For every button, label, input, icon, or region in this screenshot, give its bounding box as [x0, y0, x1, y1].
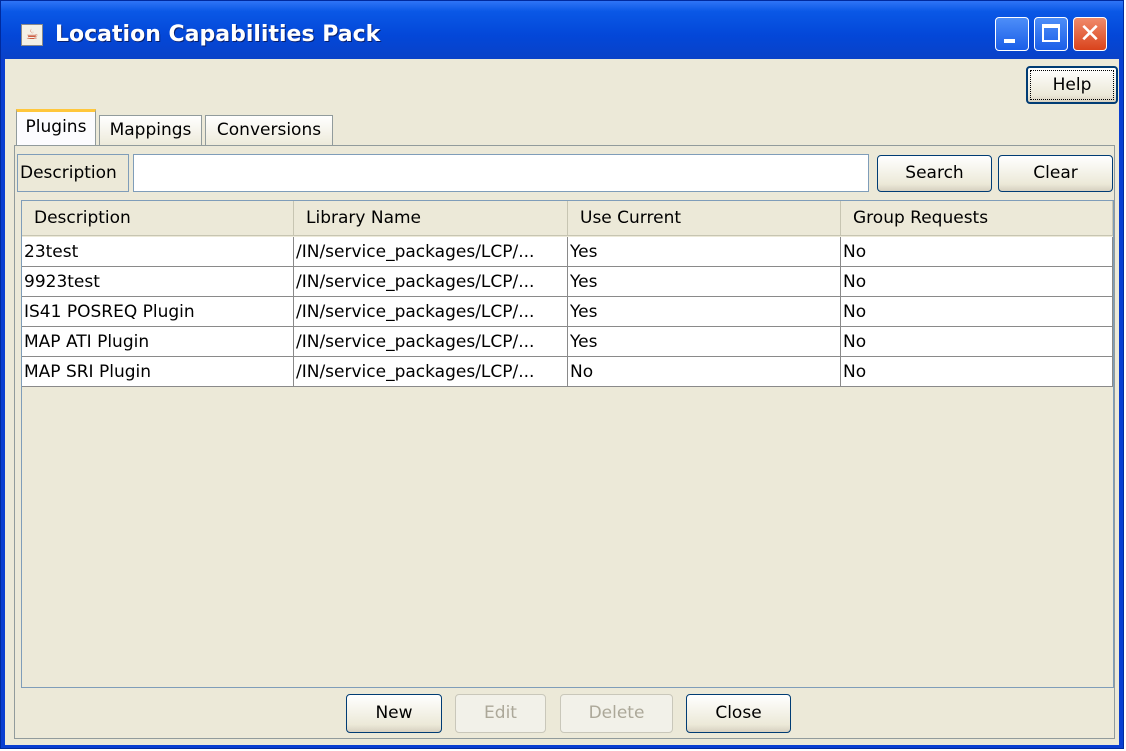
- window-content: Help Plugins Mappings Conversions Descri…: [5, 59, 1119, 745]
- cell-use-current: Yes: [568, 267, 841, 297]
- column-header-group-requests[interactable]: Group Requests: [841, 201, 1113, 235]
- edit-button[interactable]: Edit: [455, 694, 546, 733]
- cell-use-current: Yes: [568, 327, 841, 357]
- table-header: Description Library Name Use Current Gro…: [22, 201, 1113, 236]
- app-window: ☕ Location Capabilities Pack ✕ Help Plug…: [0, 0, 1124, 749]
- tab-mappings[interactable]: Mappings: [99, 115, 202, 147]
- cell-library-name: /IN/service_packages/LCP/...: [294, 327, 568, 357]
- cell-description: IS41 POSREQ Plugin: [22, 297, 294, 327]
- help-button[interactable]: Help: [1026, 66, 1118, 104]
- tab-plugins[interactable]: Plugins: [16, 109, 96, 147]
- cell-group-requests: No: [841, 267, 1113, 297]
- close-button[interactable]: Close: [686, 694, 791, 733]
- cell-description: MAP ATI Plugin: [22, 327, 294, 357]
- cell-group-requests: No: [841, 237, 1113, 267]
- close-window-button[interactable]: ✕: [1073, 17, 1107, 51]
- title-bar[interactable]: ☕ Location Capabilities Pack ✕: [1, 1, 1123, 59]
- cell-description: 9923test: [22, 267, 294, 297]
- table-row[interactable]: 9923test /IN/service_packages/LCP/... Ye…: [22, 267, 1113, 297]
- maximize-icon: [1042, 24, 1060, 42]
- cell-use-current: Yes: [568, 237, 841, 267]
- column-header-description[interactable]: Description: [22, 201, 294, 235]
- cell-use-current: No: [568, 357, 841, 387]
- cell-group-requests: No: [841, 327, 1113, 357]
- table-row[interactable]: 23test /IN/service_packages/LCP/... Yes …: [22, 237, 1113, 267]
- cell-library-name: /IN/service_packages/LCP/...: [294, 267, 568, 297]
- close-icon: ✕: [1079, 19, 1101, 49]
- cell-library-name: /IN/service_packages/LCP/...: [294, 237, 568, 267]
- cell-use-current: Yes: [568, 297, 841, 327]
- column-header-use-current[interactable]: Use Current: [568, 201, 841, 235]
- cell-description: MAP SRI Plugin: [22, 357, 294, 387]
- window-title: Location Capabilities Pack: [55, 22, 381, 47]
- delete-button[interactable]: Delete: [560, 694, 673, 733]
- column-header-library-name[interactable]: Library Name: [294, 201, 568, 235]
- search-button[interactable]: Search: [877, 155, 992, 192]
- tab-conversions[interactable]: Conversions: [205, 115, 333, 147]
- plugins-panel: Description Search Clear Description Lib…: [14, 145, 1115, 739]
- new-button[interactable]: New: [346, 694, 442, 733]
- clear-button[interactable]: Clear: [998, 155, 1113, 192]
- plugins-table: Description Library Name Use Current Gro…: [21, 200, 1114, 688]
- cell-library-name: /IN/service_packages/LCP/...: [294, 297, 568, 327]
- cell-description: 23test: [22, 237, 294, 267]
- cell-group-requests: No: [841, 297, 1113, 327]
- minimize-icon: [1004, 39, 1015, 43]
- table-row[interactable]: IS41 POSREQ Plugin /IN/service_packages/…: [22, 297, 1113, 327]
- minimize-button[interactable]: [995, 17, 1029, 51]
- table-row[interactable]: MAP SRI Plugin /IN/service_packages/LCP/…: [22, 357, 1113, 387]
- description-search-input[interactable]: [133, 154, 869, 192]
- cell-library-name: /IN/service_packages/LCP/...: [294, 357, 568, 387]
- description-label: Description: [17, 154, 129, 192]
- table-row[interactable]: MAP ATI Plugin /IN/service_packages/LCP/…: [22, 327, 1113, 357]
- java-cup-icon: ☕: [21, 24, 43, 46]
- maximize-button[interactable]: [1034, 17, 1068, 51]
- cell-group-requests: No: [841, 357, 1113, 387]
